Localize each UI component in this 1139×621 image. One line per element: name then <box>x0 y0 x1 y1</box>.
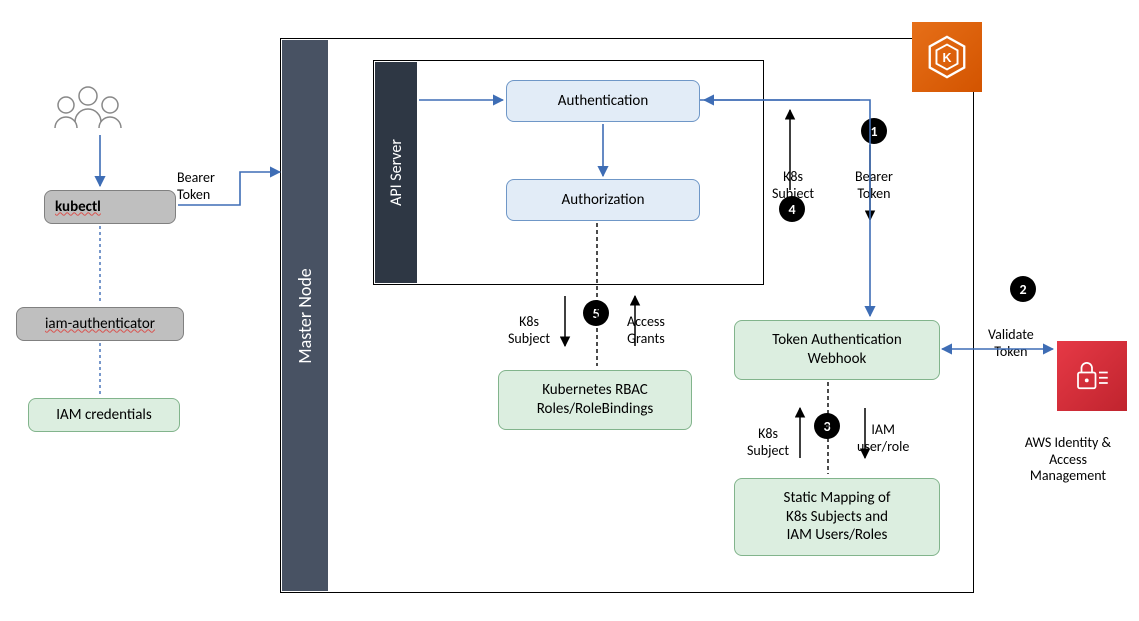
svg-text:K: K <box>943 51 952 65</box>
rbac-label: Kubernetes RBAC Roles/RoleBindings <box>537 381 654 419</box>
iam-credentials-box: IAM credentials <box>28 398 180 432</box>
master-node-bar: Master Node <box>282 40 328 591</box>
bearer-token-1-label: Bearer Token <box>855 152 893 202</box>
badge-2: 2 <box>1010 276 1036 302</box>
badge-5: 5 <box>583 300 609 326</box>
api-server-label: API Server <box>387 139 406 206</box>
bearer-token-left-label: Bearer Token <box>177 153 215 203</box>
token-webhook-label: Token Authentication Webhook <box>772 331 901 369</box>
master-node-label: Master Node <box>294 268 316 364</box>
authentication-label: Authentication <box>558 92 648 111</box>
rbac-box: Kubernetes RBAC Roles/RoleBindings <box>498 370 692 430</box>
k8s-subject-4-label: K8s Subject <box>772 152 814 202</box>
iam-user-role-label: IAM user/role <box>857 405 909 455</box>
access-grants-label: Access Grants <box>627 297 665 347</box>
authorization-box: Authorization <box>506 179 700 221</box>
token-webhook-box: Token Authentication Webhook <box>734 320 940 380</box>
validate-token-label: Validate Token <box>988 310 1034 360</box>
aws-iam-label: AWS Identity & Access Management <box>1008 418 1128 485</box>
static-mapping-label: Static Mapping of K8s Subjects and IAM U… <box>784 489 891 545</box>
authorization-label: Authorization <box>562 191 645 210</box>
eks-hex-icon: K <box>924 34 970 80</box>
users-icon <box>55 87 121 128</box>
iam-lock-icon <box>1071 355 1113 397</box>
api-server-bar: API Server <box>375 62 417 283</box>
iam-icon <box>1057 341 1127 411</box>
authentication-box: Authentication <box>506 80 700 122</box>
iam-credentials-label: IAM credentials <box>56 406 151 425</box>
kubectl-label: kubectl <box>55 198 101 217</box>
iam-authenticator-label: iam-authenticator <box>45 315 155 334</box>
kubectl-box: kubectl <box>44 190 176 224</box>
badge-3: 3 <box>814 413 840 439</box>
badge-1: 1 <box>861 118 887 144</box>
badge-4: 4 <box>779 196 805 222</box>
eks-icon: K <box>912 22 982 92</box>
k8s-subject-5-label: K8s Subject <box>508 297 550 347</box>
k8s-subject-3-label: K8s Subject <box>747 409 789 459</box>
iam-authenticator-box: iam-authenticator <box>16 307 184 341</box>
static-mapping-box: Static Mapping of K8s Subjects and IAM U… <box>734 478 940 556</box>
